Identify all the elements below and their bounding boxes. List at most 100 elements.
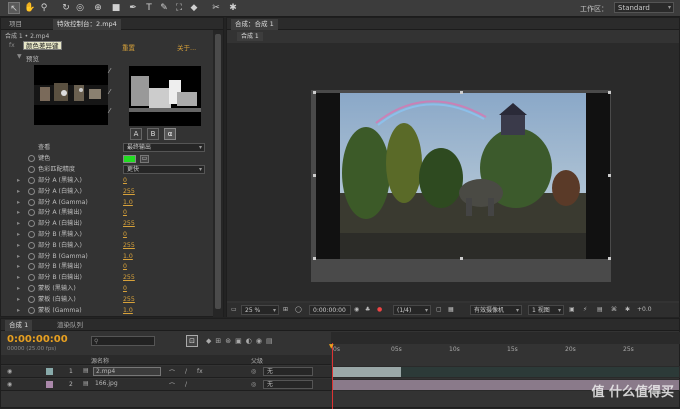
timeline-icon[interactable]: ▤ bbox=[597, 306, 603, 313]
tab-comp-timeline[interactable]: 合成 1 bbox=[5, 320, 32, 331]
selection-tool-icon[interactable]: ↖ bbox=[8, 2, 20, 14]
twirl-right-icon[interactable]: ▸ bbox=[17, 229, 20, 240]
eyedropper-button[interactable]: ▭ bbox=[140, 155, 149, 163]
tab-render-queue[interactable]: 渲染队列 bbox=[53, 320, 87, 331]
twirl-right-icon[interactable]: ▸ bbox=[17, 251, 20, 262]
snapshot-icon[interactable]: ◉ bbox=[354, 306, 359, 313]
quality-switch-icon[interactable]: / bbox=[185, 368, 187, 375]
label-color-swatch[interactable] bbox=[46, 368, 53, 375]
param-value[interactable]: 255 bbox=[123, 186, 135, 197]
stopwatch-icon[interactable] bbox=[28, 220, 35, 227]
workspace-select[interactable]: Standard▾ bbox=[614, 2, 674, 13]
stopwatch-icon[interactable] bbox=[28, 285, 35, 292]
channel-a-button[interactable]: A bbox=[130, 128, 142, 140]
zoom-tool-icon[interactable]: ⚲ bbox=[38, 2, 50, 14]
puppet-tool-icon[interactable]: ✱ bbox=[227, 2, 239, 14]
channel-b-button[interactable]: B bbox=[147, 128, 159, 140]
param-value[interactable]: 255 bbox=[123, 294, 135, 305]
comp-mini-flowchart-icon[interactable]: ⊡ bbox=[186, 335, 198, 347]
twirl-right-icon[interactable]: ▸ bbox=[17, 175, 20, 186]
comp-breadcrumb[interactable]: 合成 1 bbox=[237, 32, 263, 41]
reset-link[interactable]: 重置 bbox=[122, 42, 135, 52]
mask-icon[interactable]: ◯ bbox=[295, 306, 302, 313]
tab-composition[interactable]: 合成：合成 1 bbox=[231, 19, 278, 30]
show-snapshot-icon[interactable]: ♣ bbox=[365, 306, 370, 313]
param-value[interactable]: 255 bbox=[123, 240, 135, 251]
stopwatch-icon[interactable] bbox=[28, 177, 35, 184]
flowchart-icon[interactable]: ⌘ bbox=[611, 306, 617, 313]
layer-name[interactable]: 2.mp4 bbox=[93, 367, 161, 376]
transparency-grid-icon[interactable]: ▦ bbox=[448, 306, 454, 313]
fx-icon[interactable]: fx bbox=[9, 42, 15, 49]
key-color-swatch[interactable] bbox=[123, 155, 136, 163]
channel-alpha-button[interactable]: α bbox=[164, 128, 176, 140]
stopwatch-icon[interactable] bbox=[28, 263, 35, 270]
twirl-right-icon[interactable]: ▸ bbox=[17, 186, 20, 197]
handle[interactable] bbox=[460, 257, 463, 260]
stopwatch-icon[interactable] bbox=[28, 253, 35, 260]
param-value[interactable]: 255 bbox=[123, 218, 135, 229]
exposure-reset-icon[interactable]: ✱ bbox=[625, 306, 630, 313]
twirl-right-icon[interactable]: ▸ bbox=[17, 294, 20, 305]
param-value[interactable]: 0 bbox=[123, 207, 127, 218]
eyedropper-icon[interactable]: ⁄ bbox=[109, 67, 117, 75]
twirl-right-icon[interactable]: ▸ bbox=[17, 261, 20, 272]
comp-viewer[interactable] bbox=[227, 43, 679, 301]
camera-select[interactable]: 有效摄像机▾ bbox=[470, 305, 522, 315]
clone-stamp-tool-icon[interactable]: ⛶ bbox=[173, 2, 185, 14]
timeline-switch-icons[interactable]: ◆⊞⊛▣◐◉▤ bbox=[206, 337, 277, 345]
param-value[interactable]: 255 bbox=[123, 272, 135, 283]
color-match-select[interactable]: 更快▾ bbox=[123, 165, 205, 174]
pan-behind-tool-icon[interactable]: ⊕ bbox=[92, 2, 104, 14]
layer-name[interactable]: 166.jpg bbox=[93, 380, 161, 389]
time-navigator[interactable] bbox=[331, 332, 680, 344]
param-value[interactable]: 1.0 bbox=[123, 305, 133, 316]
timecode-field[interactable]: 0:00:00:00 bbox=[309, 305, 351, 315]
parent-header[interactable]: 父级 bbox=[251, 356, 263, 365]
layer-bar-1[interactable] bbox=[333, 367, 401, 377]
source-name-header[interactable]: 源名称 bbox=[91, 356, 109, 365]
twirl-right-icon[interactable]: ▸ bbox=[17, 272, 20, 283]
stopwatch-icon[interactable] bbox=[28, 274, 35, 281]
shy-switch-icon[interactable]: ⌒ bbox=[169, 381, 175, 390]
twirl-right-icon[interactable]: ▸ bbox=[17, 197, 20, 208]
handle[interactable] bbox=[608, 257, 611, 260]
effects-scrollbar-thumb[interactable] bbox=[215, 34, 221, 309]
roto-brush-tool-icon[interactable]: ✂ bbox=[210, 2, 222, 14]
brush-tool-icon[interactable]: ✎ bbox=[158, 2, 170, 14]
stopwatch-icon[interactable] bbox=[28, 199, 35, 206]
handle[interactable] bbox=[608, 91, 611, 94]
param-value[interactable]: 1.0 bbox=[123, 197, 133, 208]
stopwatch-icon[interactable] bbox=[28, 231, 35, 238]
stopwatch-icon[interactable] bbox=[28, 307, 35, 314]
layer-row[interactable]: ◉1▤2.mp4⌒/fx◎无 bbox=[1, 366, 331, 378]
stopwatch-icon[interactable] bbox=[28, 296, 35, 303]
layer-row[interactable]: ◉2▤166.jpg⌒/◎无 bbox=[1, 379, 331, 391]
timeline-timecode[interactable]: 0:00:00:00 bbox=[7, 334, 68, 345]
eraser-tool-icon[interactable]: ◆ bbox=[188, 2, 200, 14]
twirl-right-icon[interactable]: ▸ bbox=[17, 207, 20, 218]
param-value[interactable]: 0 bbox=[123, 283, 127, 294]
shy-switch-icon[interactable]: ⌒ bbox=[169, 368, 175, 377]
pickwhip-icon[interactable]: ◎ bbox=[251, 368, 256, 375]
twirl-right-icon[interactable]: ▸ bbox=[17, 305, 20, 316]
eye-icon[interactable]: ◉ bbox=[7, 368, 12, 375]
layer-search-input[interactable]: ⚲ bbox=[91, 336, 155, 346]
tab-project[interactable]: 项目 bbox=[5, 19, 26, 30]
grid-icon[interactable]: ⊞ bbox=[283, 306, 288, 313]
time-ruler[interactable]: 0s05s10s15s20s25s bbox=[331, 346, 680, 356]
stopwatch-icon[interactable] bbox=[28, 155, 35, 162]
handle[interactable] bbox=[608, 174, 611, 177]
quality-switch-icon[interactable]: / bbox=[185, 381, 187, 388]
stopwatch-icon[interactable] bbox=[28, 188, 35, 195]
pickwhip-icon[interactable]: ◎ bbox=[251, 381, 256, 388]
twirl-right-icon[interactable]: ▸ bbox=[17, 240, 20, 251]
parent-select[interactable]: 无 bbox=[263, 367, 313, 376]
stopwatch-icon[interactable] bbox=[28, 242, 35, 249]
param-value[interactable]: 0 bbox=[123, 229, 127, 240]
hand-tool-icon[interactable]: ✋ bbox=[24, 2, 36, 14]
stopwatch-icon[interactable] bbox=[28, 209, 35, 216]
eyedropper-minus-icon[interactable]: ⁄ bbox=[109, 107, 117, 115]
tab-effect-controls[interactable]: 特效控制台：2.mp4 bbox=[53, 19, 121, 30]
stopwatch-icon[interactable] bbox=[28, 166, 35, 173]
